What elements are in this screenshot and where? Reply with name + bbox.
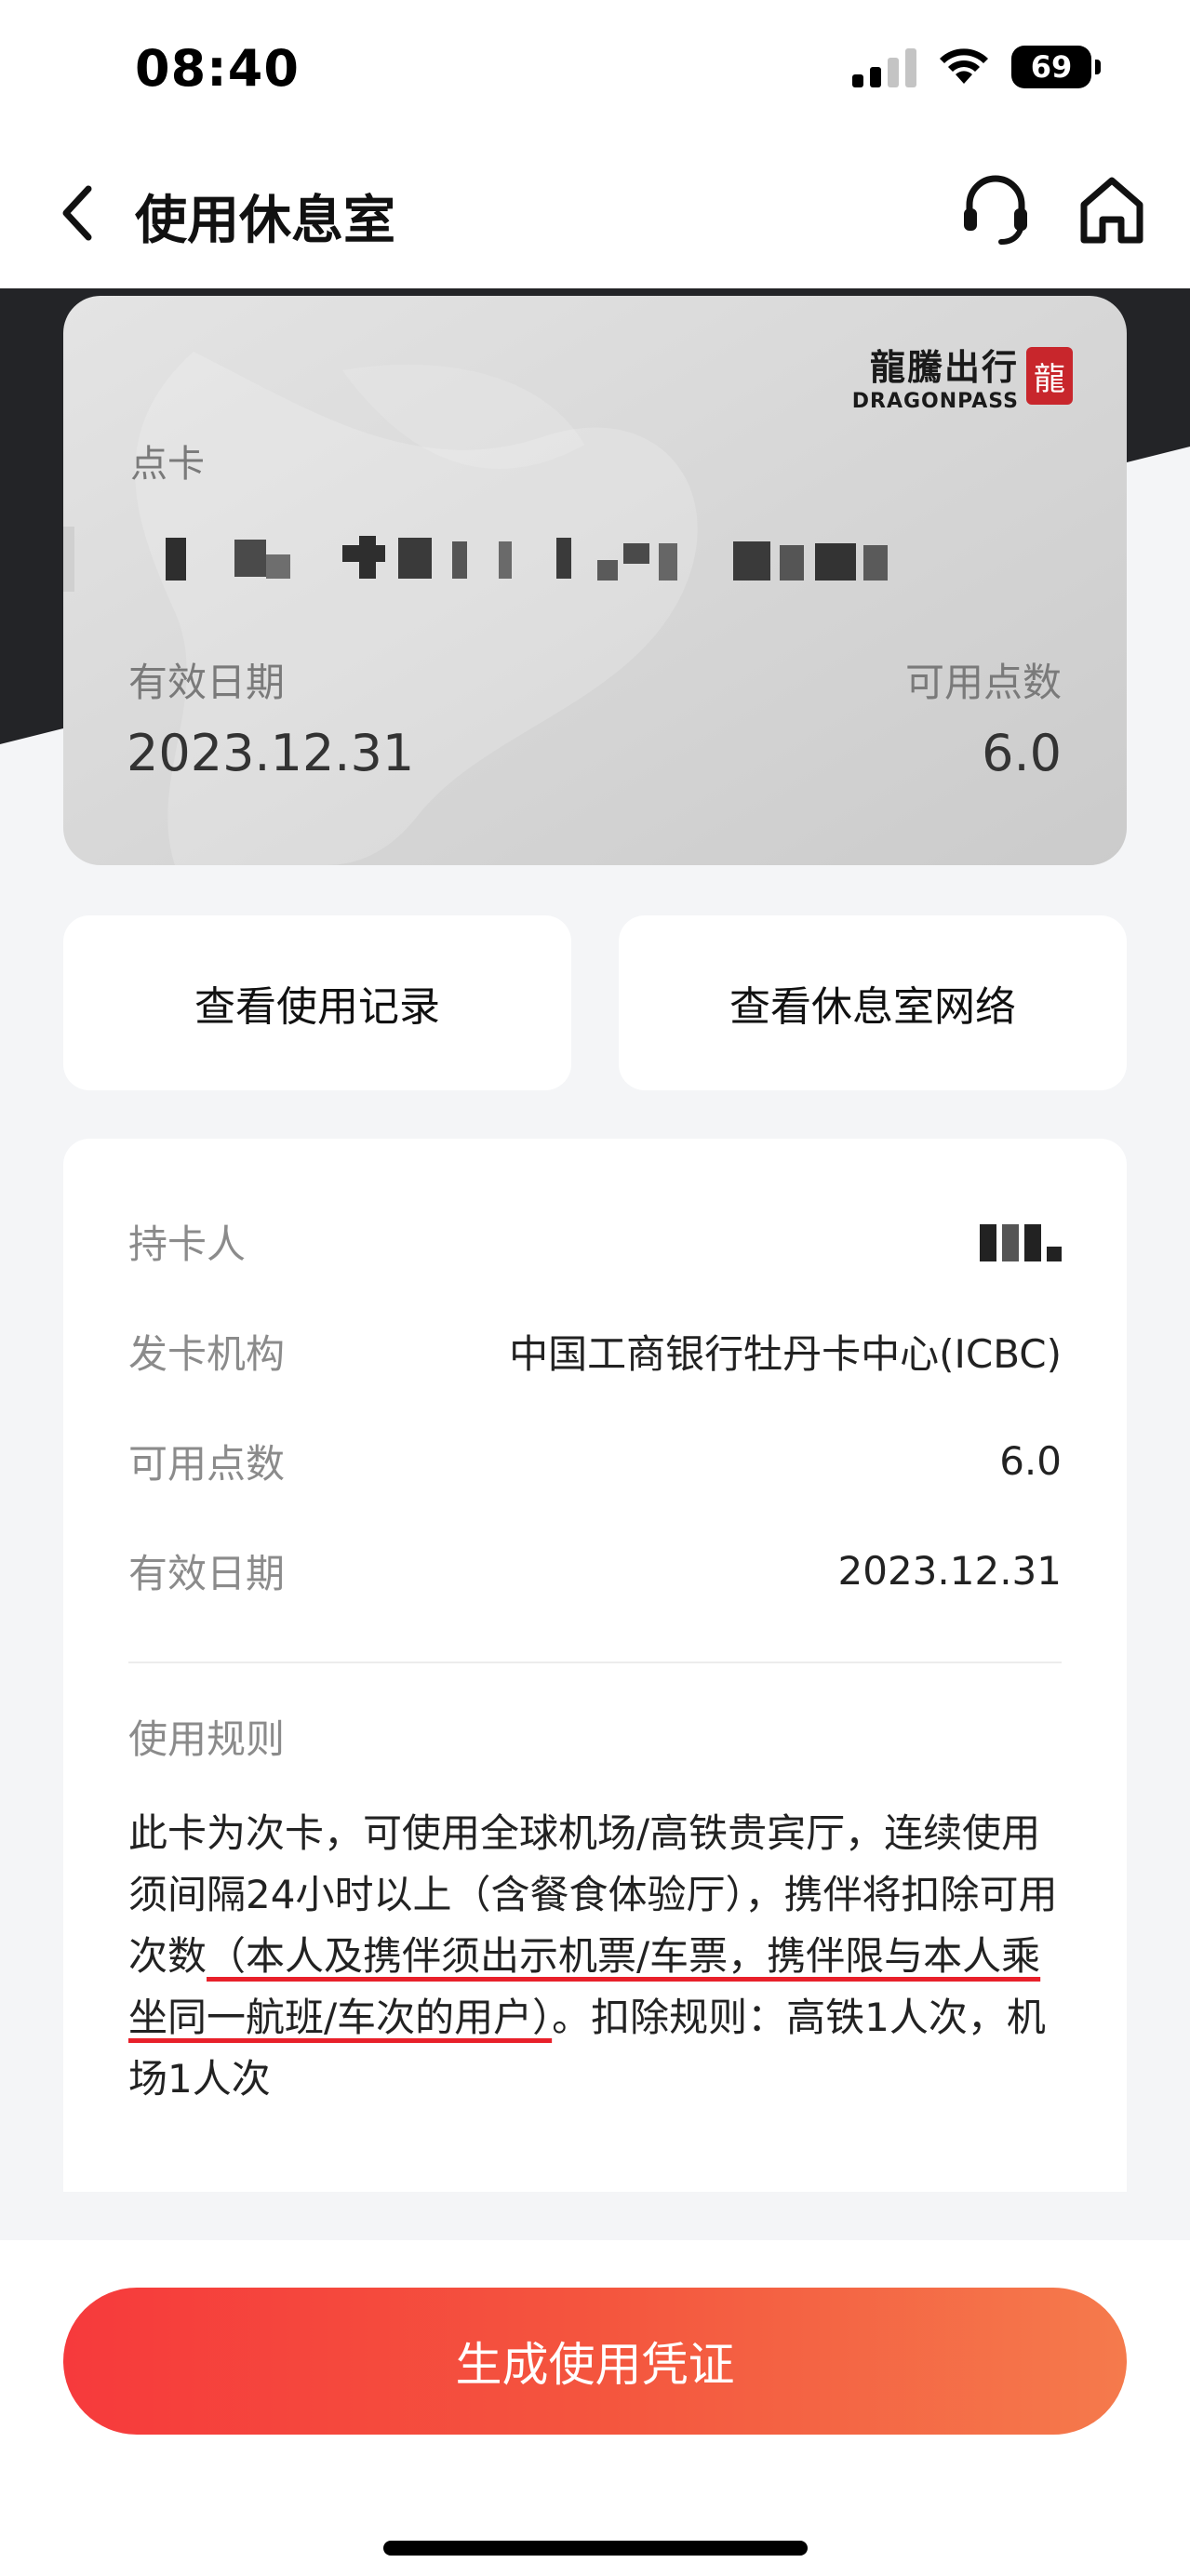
info-row-holder: 持卡人 bbox=[128, 1213, 1062, 1269]
card-number-redacted bbox=[63, 527, 888, 592]
brand-seal: 龍 bbox=[1026, 347, 1073, 405]
page-title: 使用休息室 bbox=[135, 191, 395, 251]
lounge-card: 龍騰出行 DRAGONPASS 龍 点卡 有效日期 2023.12.31 可用点… bbox=[63, 296, 1127, 865]
status-time: 08:40 bbox=[135, 39, 300, 98]
card-type: 点卡 bbox=[130, 443, 205, 486]
issuer-label: 发卡机构 bbox=[128, 1330, 286, 1377]
info-row-points: 可用点数 6.0 bbox=[128, 1433, 1062, 1488]
card-points-label: 可用点数 bbox=[904, 660, 1062, 705]
home-icon[interactable] bbox=[1075, 167, 1149, 251]
points-value: 6.0 bbox=[999, 1437, 1062, 1484]
signal-icon bbox=[852, 47, 916, 87]
brand-name-en: DRAGONPASS bbox=[851, 390, 1019, 413]
card-info-panel: 持卡人 发卡机构 中国工商银行牡丹卡中心(ICBC) 可用点数 6.0 有效日期… bbox=[63, 1139, 1127, 2192]
card-points-value: 6.0 bbox=[982, 724, 1062, 782]
brand-logo: 龍騰出行 DRAGONPASS 龍 bbox=[852, 339, 1073, 413]
battery-level: 69 bbox=[1011, 46, 1091, 88]
rules-title: 使用规则 bbox=[128, 1716, 286, 1762]
card-expiry-label: 有效日期 bbox=[128, 660, 286, 705]
nav-bar: 使用休息室 bbox=[0, 140, 1190, 288]
generate-voucher-button[interactable]: 生成使用凭证 bbox=[63, 2288, 1127, 2435]
holder-value-redacted bbox=[980, 1221, 1062, 1261]
back-icon[interactable] bbox=[45, 180, 110, 246]
wifi-icon bbox=[940, 48, 988, 84]
info-row-issuer: 发卡机构 中国工商银行牡丹卡中心(ICBC) bbox=[128, 1323, 1062, 1379]
card-expiry-value: 2023.12.31 bbox=[127, 724, 415, 782]
issuer-value: 中国工商银行牡丹卡中心(ICBC) bbox=[509, 1330, 1062, 1377]
battery-icon: 69 bbox=[1011, 46, 1101, 88]
lounge-network-button[interactable]: 查看休息室网络 bbox=[619, 915, 1127, 1090]
divider bbox=[128, 1662, 1062, 1663]
rules-text: 此卡为次卡，可使用全球机场/高铁贵宾厅，连续使用须间隔24小时以上（含餐食体验厅… bbox=[128, 1803, 1068, 2110]
holder-label: 持卡人 bbox=[128, 1221, 247, 1267]
points-label: 可用点数 bbox=[128, 1440, 286, 1487]
expiry-value: 2023.12.31 bbox=[837, 1547, 1062, 1594]
status-icons: 69 bbox=[852, 43, 1101, 91]
brand-name-cn: 龍騰出行 bbox=[869, 346, 1019, 388]
expiry-label: 有效日期 bbox=[128, 1550, 286, 1596]
usage-history-button[interactable]: 查看使用记录 bbox=[63, 915, 571, 1090]
status-bar: 08:40 69 bbox=[0, 0, 1190, 140]
headset-icon[interactable] bbox=[958, 167, 1033, 251]
info-row-expiry: 有效日期 2023.12.31 bbox=[128, 1542, 1062, 1598]
home-indicator[interactable] bbox=[383, 2541, 808, 2556]
